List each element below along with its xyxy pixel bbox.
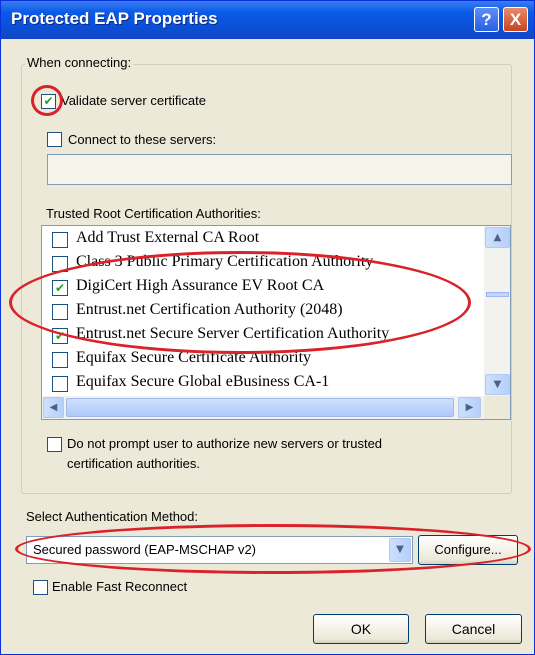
auth-method-selected: Secured password (EAP-MSCHAP v2) xyxy=(33,542,257,557)
vertical-scrollbar[interactable]: ▲ ▼ xyxy=(484,226,510,396)
do-not-prompt-label-line1[interactable]: Do not prompt user to authorize new serv… xyxy=(67,436,382,451)
list-item[interactable]: Add Trust External CA Root xyxy=(42,228,482,252)
list-item[interactable]: DigiCert High Assurance EV Root CA xyxy=(42,276,482,300)
list-item-checkbox[interactable] xyxy=(52,280,68,296)
trusted-root-label: Trusted Root Certification Authorities: xyxy=(46,206,261,221)
fast-reconnect-checkbox[interactable] xyxy=(33,580,48,595)
auth-method-select[interactable]: Secured password (EAP-MSCHAP v2) ▼ xyxy=(26,536,413,564)
list-item-label: Entrust.net Secure Server Certification … xyxy=(76,325,390,342)
validate-server-checkbox[interactable] xyxy=(41,94,56,109)
scroll-corner xyxy=(484,396,510,419)
list-item-label: Equifax Secure Certificate Authority xyxy=(76,349,312,366)
dialog-window: Protected EAP Properties ? X When connec… xyxy=(0,0,535,655)
auth-method-label: Select Authentication Method: xyxy=(26,509,199,524)
connect-servers-checkbox[interactable] xyxy=(47,132,62,147)
horizontal-scroll-thumb[interactable] xyxy=(66,398,454,417)
list-item-label: DigiCert High Assurance EV Root CA xyxy=(76,277,325,294)
close-button[interactable]: X xyxy=(503,7,528,32)
list-item[interactable]: Class 3 Public Primary Certification Aut… xyxy=(42,252,482,276)
horizontal-scrollbar[interactable]: ◀ ▶ xyxy=(42,396,484,419)
connect-servers-label[interactable]: Connect to these servers: xyxy=(68,132,216,147)
title-bar[interactable]: Protected EAP Properties ? X xyxy=(1,1,534,39)
vertical-scroll-thumb[interactable] xyxy=(486,292,509,297)
fast-reconnect-label[interactable]: Enable Fast Reconnect xyxy=(52,579,187,594)
window-title: Protected EAP Properties xyxy=(11,9,218,28)
validate-server-label[interactable]: Validate server certificate xyxy=(61,93,210,108)
cancel-button[interactable]: Cancel xyxy=(425,614,522,644)
scroll-right-icon[interactable]: ▶ xyxy=(458,397,481,418)
list-item-label: Class 3 Public Primary Certification Aut… xyxy=(76,253,374,270)
servers-input[interactable] xyxy=(47,154,512,185)
scroll-left-icon[interactable]: ◀ xyxy=(43,397,64,418)
list-item[interactable]: Equifax Secure Certificate Authority xyxy=(42,348,482,372)
list-item-checkbox[interactable] xyxy=(52,352,68,368)
do-not-prompt-checkbox[interactable] xyxy=(47,437,62,452)
list-item-checkbox[interactable] xyxy=(52,376,68,392)
chevron-down-icon[interactable]: ▼ xyxy=(389,538,411,562)
do-not-prompt-label-line2[interactable]: certification authorities. xyxy=(67,456,200,471)
list-item[interactable]: Entrust.net Certification Authority (204… xyxy=(42,300,482,324)
list-item-checkbox[interactable] xyxy=(52,232,68,248)
scroll-up-icon[interactable]: ▲ xyxy=(485,227,510,248)
list-item-checkbox[interactable] xyxy=(52,328,68,344)
list-item-label: Equifax Secure Global eBusiness CA-1 xyxy=(76,373,330,390)
trusted-root-list[interactable]: Add Trust External CA Root Class 3 Publi… xyxy=(41,225,511,420)
ok-button[interactable]: OK xyxy=(313,614,409,644)
help-button[interactable]: ? xyxy=(474,7,499,32)
list-item-label: Entrust.net Certification Authority (204… xyxy=(76,301,343,318)
list-item[interactable]: Equifax Secure Global eBusiness CA-1 xyxy=(42,372,482,396)
list-item-checkbox[interactable] xyxy=(52,304,68,320)
when-connecting-label: When connecting: xyxy=(25,55,134,70)
list-item-label: Add Trust External CA Root xyxy=(76,229,260,246)
list-item[interactable]: Entrust.net Secure Server Certification … xyxy=(42,324,482,348)
list-item-checkbox[interactable] xyxy=(52,256,68,272)
scroll-down-icon[interactable]: ▼ xyxy=(485,374,510,395)
configure-button[interactable]: Configure... xyxy=(418,535,518,565)
